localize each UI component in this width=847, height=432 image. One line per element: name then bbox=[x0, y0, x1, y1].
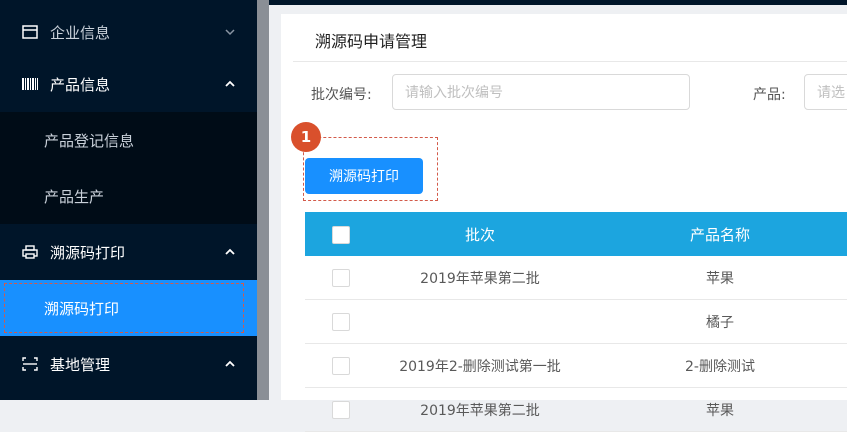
content-card: 溯源码申请管理 批次编号: 请输入批次编号 产品: 请选 溯源码打印 1 批次 … bbox=[281, 14, 847, 432]
batch-number-placeholder: 请输入批次编号 bbox=[405, 85, 503, 101]
sidebar-group-label: 基地管理 bbox=[50, 355, 111, 374]
batch-cell: 2019年苹果第二批 bbox=[420, 403, 540, 419]
sidebar-item-product-registration[interactable]: 产品登记信息 bbox=[0, 112, 257, 168]
chevron-down-icon bbox=[225, 29, 235, 36]
sidebar-group-label: 溯源码打印 bbox=[50, 243, 126, 262]
main-content: 溯源码申请管理 批次编号: 请输入批次编号 产品: 请选 溯源码打印 1 批次 … bbox=[269, 0, 847, 432]
highlight-outline bbox=[4, 283, 244, 333]
page-title: 溯源码申请管理 bbox=[315, 32, 428, 51]
product-name-cell: 苹果 bbox=[706, 271, 734, 287]
row-checkbox[interactable] bbox=[332, 313, 350, 331]
product-name-cell: 橘子 bbox=[706, 315, 734, 331]
sidebar: 企业信息 产品信息 产品登记信息 产品生产 溯源码打印 溯源码打印 基地管理 bbox=[0, 0, 257, 400]
chevron-up-icon bbox=[225, 360, 235, 367]
product-name-cell: 2-删除测试 bbox=[685, 359, 755, 375]
scan-icon bbox=[22, 356, 38, 372]
product-name-cell: 苹果 bbox=[706, 403, 734, 419]
table-header: 批次 产品名称 bbox=[305, 212, 847, 256]
title-divider bbox=[293, 61, 847, 62]
table-row[interactable]: 2019年苹果第二批 苹果 bbox=[305, 256, 847, 300]
top-bar bbox=[269, 0, 847, 5]
batch-cell: 2019年2-删除测试第一批 bbox=[399, 359, 561, 375]
chevron-up-icon bbox=[225, 248, 235, 255]
sidebar-group-trace-print[interactable]: 溯源码打印 bbox=[0, 224, 257, 280]
batch-cell bbox=[385, 300, 575, 344]
chevron-up-icon bbox=[225, 80, 235, 87]
product-select[interactable]: 请选 bbox=[804, 74, 847, 110]
row-checkbox[interactable] bbox=[332, 357, 350, 375]
batch-cell: 2019年苹果第二批 bbox=[420, 271, 540, 287]
table-row[interactable]: 2019年2-删除测试第一批 2-删除测试 bbox=[305, 344, 847, 388]
sidebar-item-product-production[interactable]: 产品生产 bbox=[0, 168, 257, 224]
barcode-icon bbox=[22, 76, 38, 92]
card-icon bbox=[22, 24, 38, 40]
table-row[interactable]: 2019年苹果第二批 苹果 bbox=[305, 388, 847, 432]
product-label: 产品: bbox=[753, 87, 786, 103]
column-header-batch[interactable]: 批次 bbox=[385, 212, 575, 256]
column-header-product-name[interactable]: 产品名称 bbox=[625, 212, 815, 256]
row-checkbox[interactable] bbox=[332, 269, 350, 287]
select-all-checkbox[interactable] bbox=[332, 226, 350, 244]
batch-number-input[interactable]: 请输入批次编号 bbox=[392, 74, 690, 110]
sidebar-group-enterprise-info[interactable]: 企业信息 bbox=[0, 0, 257, 64]
sidebar-group-label: 企业信息 bbox=[50, 23, 111, 42]
printer-icon bbox=[22, 244, 38, 260]
batch-number-label: 批次编号: bbox=[311, 87, 372, 103]
sidebar-group-base-management[interactable]: 基地管理 bbox=[0, 336, 257, 392]
step-badge: 1 bbox=[291, 122, 321, 152]
trace-print-button[interactable]: 溯源码打印 bbox=[305, 158, 423, 194]
sidebar-item-label: 产品登记信息 bbox=[44, 131, 135, 150]
table-row[interactable]: 橘子 bbox=[305, 300, 847, 344]
product-placeholder: 请选 bbox=[817, 85, 845, 101]
row-checkbox[interactable] bbox=[332, 401, 350, 419]
sidebar-group-product-info[interactable]: 产品信息 bbox=[0, 56, 257, 112]
sidebar-item-label: 产品生产 bbox=[44, 187, 105, 206]
sidebar-scroll-edge bbox=[257, 0, 269, 400]
sidebar-group-label: 产品信息 bbox=[50, 75, 111, 94]
